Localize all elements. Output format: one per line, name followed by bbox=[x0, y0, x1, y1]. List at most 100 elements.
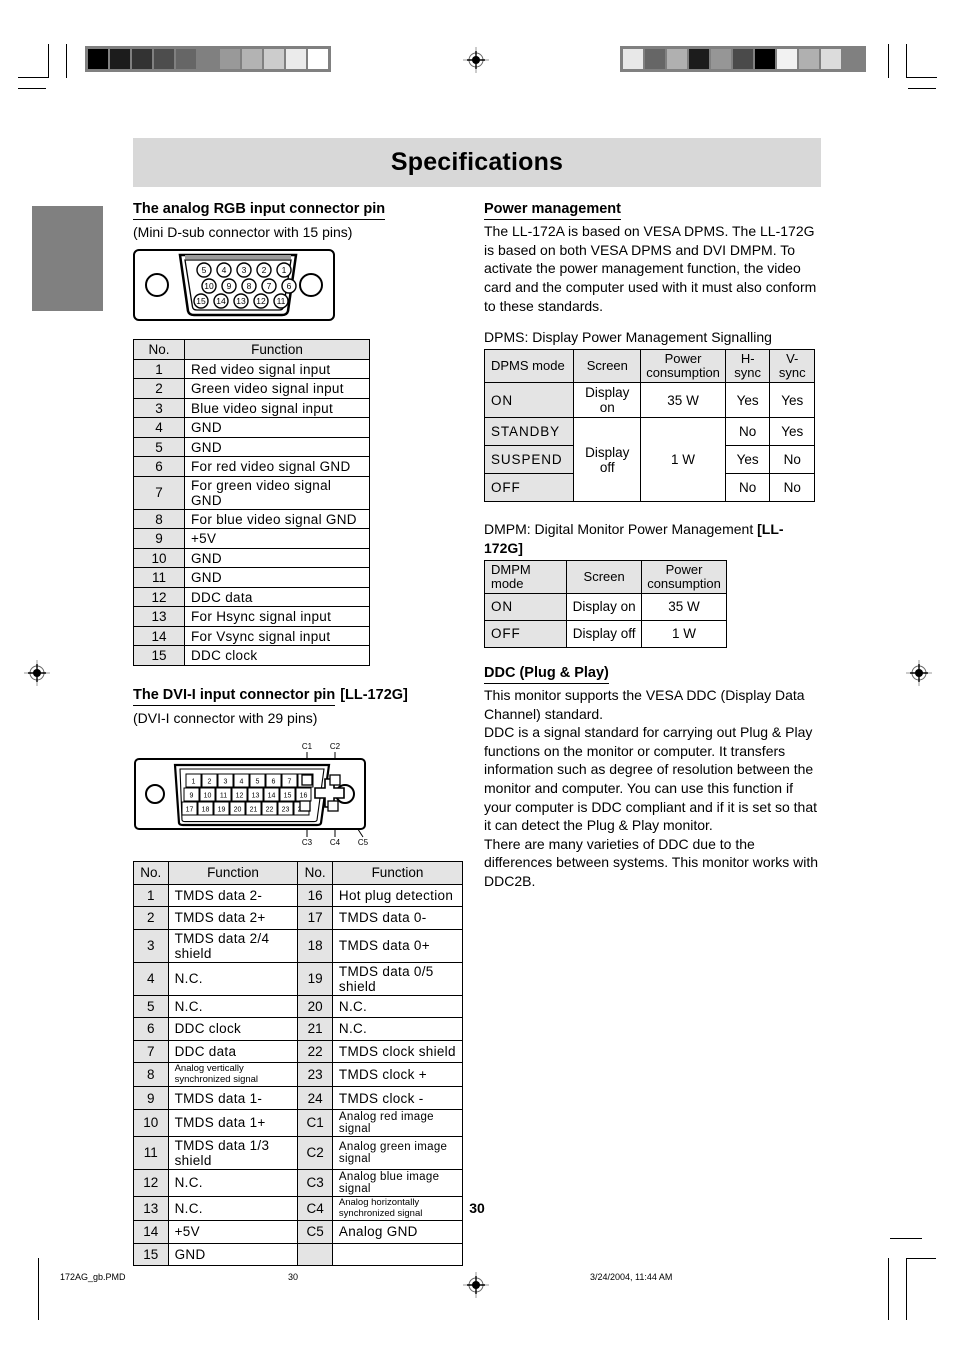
pin-number: 9 bbox=[133, 528, 185, 549]
svg-text:19: 19 bbox=[218, 807, 226, 814]
col-header-screen: Screen bbox=[566, 559, 643, 594]
table-row: ON Display on 35 W bbox=[483, 592, 727, 621]
pin-number: 7 bbox=[133, 475, 185, 510]
grayscale-swatch bbox=[197, 48, 219, 70]
pin-number: C2 bbox=[297, 1135, 333, 1170]
grayscale-swatch bbox=[710, 48, 732, 70]
dpms-hsync-standby: No bbox=[724, 417, 771, 447]
crop-mark-br-v bbox=[888, 1258, 889, 1320]
power-management-body: The LL-172A is based on VESA DPMS. The L… bbox=[484, 223, 817, 314]
svg-text:4: 4 bbox=[240, 779, 244, 786]
svg-text:15: 15 bbox=[284, 793, 292, 800]
grayscale-swatch bbox=[798, 48, 820, 70]
table-row: 2 TMDS data 2+ 17 TMDS data 0- bbox=[133, 906, 464, 930]
pin-function: Analog red image signal bbox=[331, 1108, 464, 1137]
pin-function: TMDS data 2+ bbox=[167, 906, 299, 930]
grayscale-swatch bbox=[732, 48, 754, 70]
col-header-no-2: No. bbox=[297, 861, 333, 885]
pin-number: 8 bbox=[133, 508, 185, 530]
pin-function: N.C. bbox=[167, 994, 299, 1019]
grayscale-swatch bbox=[263, 48, 285, 70]
chapter-side-tab bbox=[32, 206, 103, 311]
ddc-paragraph-2: DDC is a signal standard for carrying ou… bbox=[484, 724, 818, 834]
pin-number: 3 bbox=[133, 397, 185, 419]
col-header-no: No. bbox=[133, 339, 185, 360]
registration-mark-top bbox=[463, 47, 489, 73]
analog-rgb-rows: 1 Red video signal input 2 Green video sign… bbox=[133, 358, 370, 666]
pin-number: 6 bbox=[133, 1017, 169, 1041]
svg-text:2: 2 bbox=[262, 266, 267, 276]
col-header-dpms-mode: DPMS mode bbox=[483, 349, 575, 384]
ddc-heading: DDC (Plug & Play) bbox=[484, 664, 609, 684]
table-header-row: DPMS mode Screen Power consumption H-syn… bbox=[483, 349, 815, 384]
pin-number: 4 bbox=[133, 417, 185, 438]
svg-text:1: 1 bbox=[282, 266, 287, 276]
svg-text:12: 12 bbox=[236, 793, 244, 800]
svg-text:C4: C4 bbox=[330, 838, 341, 847]
dpms-hsync-off: No bbox=[724, 473, 771, 503]
page-canvas: Specifications The analog RGB input conn… bbox=[0, 0, 954, 1351]
pin-function: GND bbox=[167, 1242, 299, 1267]
pin-function: DDC data bbox=[184, 586, 370, 608]
pin-number: 8 bbox=[133, 1062, 169, 1088]
svg-text:10: 10 bbox=[204, 793, 212, 800]
pin-function: N.C. bbox=[167, 961, 299, 996]
svg-text:12: 12 bbox=[256, 297, 266, 307]
pin-function: TMDS clock shield bbox=[331, 1039, 464, 1064]
dpms-mode-on: ON bbox=[483, 382, 575, 419]
col-header-dmpm-mode: DMPM mode bbox=[483, 559, 568, 594]
col-header-no-1: No. bbox=[133, 861, 169, 885]
power-management-heading: Power management bbox=[484, 200, 621, 221]
svg-text:6: 6 bbox=[272, 779, 276, 786]
svg-text:8: 8 bbox=[247, 282, 252, 292]
pin-number: 22 bbox=[297, 1039, 333, 1064]
svg-text:C1: C1 bbox=[302, 742, 313, 751]
svg-text:11: 11 bbox=[220, 793, 227, 800]
pin-number: C3 bbox=[297, 1168, 333, 1197]
dpms-caption: DPMS: Display Power Management Signallin… bbox=[484, 329, 772, 346]
dmpm-screen-off: Display off bbox=[566, 619, 643, 648]
table-row: 7 For green video signal GND bbox=[133, 475, 370, 510]
svg-text:21: 21 bbox=[250, 807, 258, 814]
page-number: 30 bbox=[469, 1200, 485, 1216]
footer-filename: 172AG_gb.PMD bbox=[60, 1272, 126, 1282]
svg-text:1: 1 bbox=[192, 779, 196, 786]
pin-function: For Vsync signal input bbox=[184, 625, 370, 647]
table-header-row: No. Function bbox=[133, 339, 370, 360]
grayscale-swatch bbox=[153, 48, 175, 70]
col-header-screen: Screen bbox=[573, 349, 642, 384]
pin-number: 3 bbox=[133, 928, 169, 963]
pin-function: +5V bbox=[167, 1220, 299, 1244]
svg-text:13: 13 bbox=[252, 793, 260, 800]
grayscale-swatch bbox=[219, 48, 241, 70]
svg-text:14: 14 bbox=[268, 793, 276, 800]
svg-text:9: 9 bbox=[227, 282, 232, 292]
pin-number: 15 bbox=[133, 645, 185, 666]
pin-number: 21 bbox=[297, 1017, 333, 1041]
crop-mark-tr-v bbox=[888, 44, 889, 78]
crop-mark-br-v2 bbox=[906, 1258, 907, 1320]
grayscale-swatch bbox=[241, 48, 263, 70]
dmpm-table: DMPM mode Screen Power consumption ON Di… bbox=[483, 559, 727, 648]
pin-number: 19 bbox=[297, 961, 333, 996]
table-row: 9 TMDS data 1- 24 TMDS clock - bbox=[133, 1086, 464, 1110]
dmpm-rows: ON Display on 35 W OFF Display off 1 W bbox=[483, 592, 727, 648]
pin-function: Analog blue image signal bbox=[331, 1168, 464, 1197]
svg-text:3: 3 bbox=[242, 266, 247, 276]
right-column: Power management The LL-172A is based on… bbox=[483, 200, 821, 904]
dpms-vsync-on: Yes bbox=[769, 382, 815, 419]
analog-rgb-pin-table: No. Function 1 Red video signal input 2 Gre… bbox=[133, 339, 370, 666]
grayscale-swatch bbox=[131, 48, 153, 70]
svg-text:22: 22 bbox=[266, 807, 274, 814]
dpms-power-on: 35 W bbox=[640, 382, 726, 419]
pin-function: GND bbox=[184, 436, 370, 458]
pin-number: 18 bbox=[297, 928, 333, 963]
table-row: 12 N.C. C3 Analog blue image signal bbox=[133, 1168, 464, 1197]
table-row: 6 For red video signal GND bbox=[133, 456, 370, 477]
ddc-paragraph-1: This monitor supports the VESA DDC (Disp… bbox=[484, 686, 805, 722]
grayscale-swatch bbox=[307, 48, 329, 70]
pin-number: 17 bbox=[297, 906, 333, 930]
pin-function: For red video signal GND bbox=[184, 456, 370, 477]
dmpm-mode-off: OFF bbox=[483, 619, 568, 648]
pin-number: 5 bbox=[133, 994, 169, 1019]
